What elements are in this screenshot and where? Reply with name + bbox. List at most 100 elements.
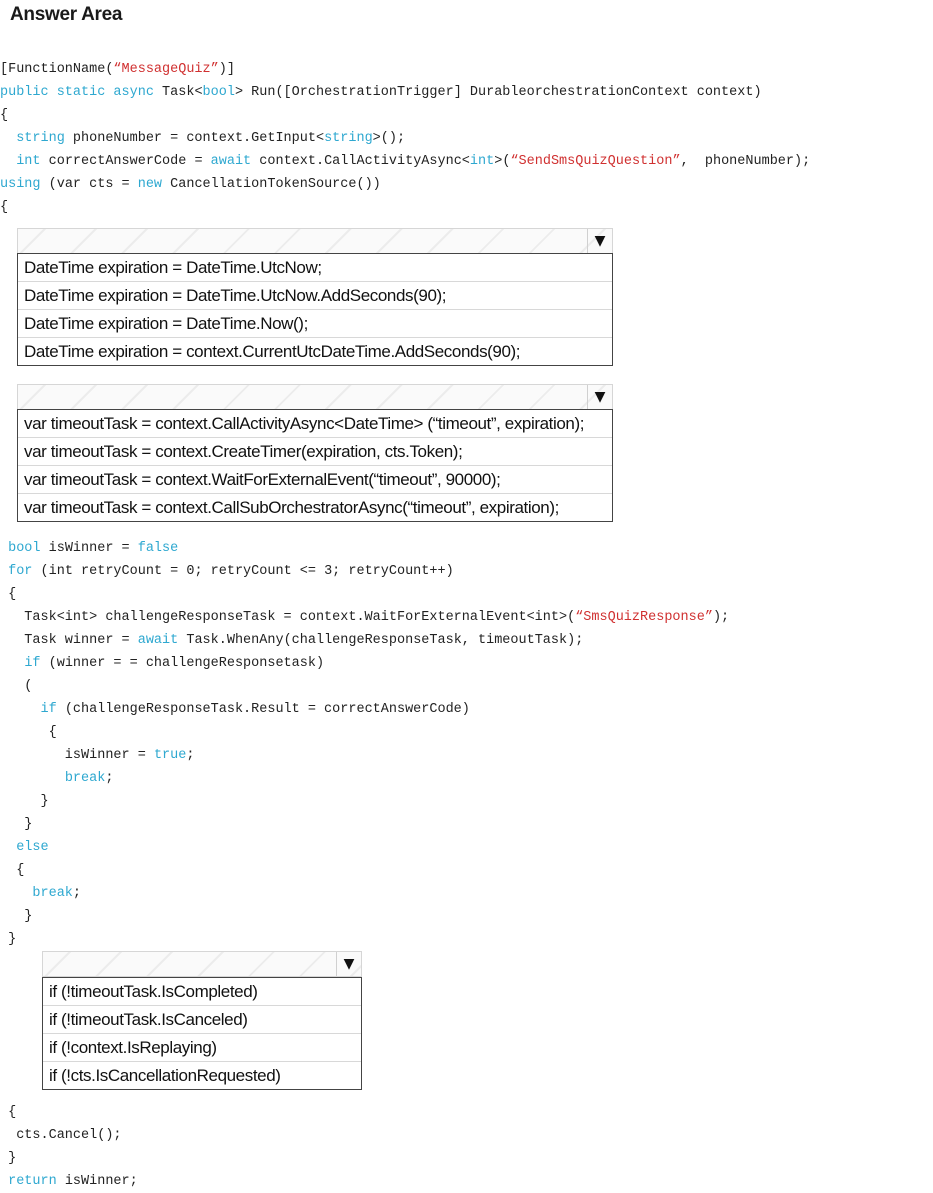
code-block-top: [FunctionName(“MessageQuiz”)] public stat… [0,58,810,219]
code-keyword: break [64,771,106,786]
code-text: ( [0,679,33,694]
code-string: “SendSmsQuizQuestion” [510,154,681,169]
dropdown-option[interactable]: var timeoutTask = context.CallSubOrchest… [18,494,612,521]
code-text: (var cts = [40,177,138,192]
code-text: (int retryCount = 0; retryCount <= 3; re… [32,564,454,579]
code-text: cts.Cancel(); [0,1128,122,1143]
code-text: )] [218,62,235,77]
code-line: [FunctionName(“MessageQuiz”)] [0,58,810,81]
code-line: ( [0,675,729,698]
dropdown-option[interactable]: DateTime expiration = DateTime.UtcNow; [18,254,612,282]
dropdown-option[interactable]: if (!context.IsReplaying) [43,1034,361,1062]
dropdown-option[interactable]: DateTime expiration = DateTime.Now(); [18,310,612,338]
dropdown-option[interactable]: if (!timeoutTask.IsCanceled) [43,1006,361,1034]
code-keyword: string [16,131,65,146]
dropdown-option[interactable]: DateTime expiration = context.CurrentUtc… [18,338,612,365]
code-keyword: break [32,886,73,901]
dropdown-timeout-task-options: var timeoutTask = context.CallActivityAs… [17,409,613,522]
code-keyword: bool [8,541,41,556]
code-text: Task< [153,85,203,100]
code-line: } [0,1147,138,1170]
dropdown-option[interactable]: if (!timeoutTask.IsCompleted) [43,978,361,1006]
code-text: isWinner = [40,541,138,556]
code-line: { [0,104,810,127]
code-line: cts.Cancel(); [0,1124,138,1147]
code-line: { [0,721,729,744]
code-keyword: bool [202,85,235,100]
code-line: break; [0,882,729,905]
code-line: int correctAnswerCode = await context.Ca… [0,150,810,173]
code-text: } [0,817,33,832]
chevron-down-icon[interactable]: ▼ [587,229,612,253]
code-line: if (winner = = challengeResponsetask) [0,652,729,675]
code-keyword: else [16,840,49,855]
code-line: { [0,196,810,219]
code-string: “SmsQuizResponse” [575,610,713,625]
dropdown-option[interactable]: var timeoutTask = context.CreateTimer(ex… [18,438,612,466]
dropdown-option[interactable]: var timeoutTask = context.WaitForExterna… [18,466,612,494]
dropdown-expiration-options: DateTime expiration = DateTime.UtcNow; Da… [17,253,613,366]
code-text: Task winner = [0,633,138,648]
code-text: , phoneNumber); [680,154,811,169]
code-text: context.CallActivityAsync< [251,154,470,169]
code-keyword: true [153,748,187,763]
code-keyword: int [16,154,41,169]
code-keyword: using [0,177,41,192]
code-line: if (challengeResponseTask.Result = corre… [0,698,729,721]
code-line: for (int retryCount = 0; retryCount <= 3… [0,560,729,583]
chevron-down-icon[interactable]: ▼ [336,952,361,976]
code-text: phoneNumber = context.GetInput< [64,131,325,146]
code-line: Task winner = await Task.WhenAny(challen… [0,629,729,652]
code-text: Task<int> challengeResponseTask = contex… [0,610,576,625]
code-line: } [0,928,729,951]
code-text: ; [72,886,82,901]
dropdown-option[interactable]: var timeoutTask = context.CallActivityAs… [18,410,612,438]
code-text: [FunctionName( [0,62,114,77]
code-line: string phoneNumber = context.GetInput<st… [0,127,810,150]
code-line: { [0,859,729,882]
code-text: } [0,909,33,924]
code-text: { [0,863,25,878]
code-line: { [0,583,729,606]
code-text: CancellationTokenSource()) [162,177,381,192]
code-text: ; [186,748,195,763]
code-line: { [0,1101,138,1124]
code-text: isWinner = [0,748,154,763]
code-line: return isWinner; [0,1170,138,1193]
code-text: ; [105,771,114,786]
dropdown-option[interactable]: if (!cts.IsCancellationRequested) [43,1062,361,1089]
code-line: using (var cts = new CancellationTokenSo… [0,173,810,196]
code-line: isWinner = true; [0,744,729,767]
code-text: } [0,794,49,809]
code-line: } [0,813,729,836]
code-keyword: int [469,154,495,169]
dropdown-option[interactable]: DateTime expiration = DateTime.UtcNow.Ad… [18,282,612,310]
code-line: break; [0,767,729,790]
code-line: bool isWinner = false [0,537,729,560]
chevron-down-icon[interactable]: ▼ [587,385,612,409]
code-keyword: false [137,541,179,556]
code-text: } [0,1151,17,1166]
code-text: { [0,587,17,602]
code-keyword: if [24,656,41,671]
dropdown-timeout-task-header[interactable]: ▼ [17,384,613,410]
code-text: >( [494,154,511,169]
code-block-bottom: { cts.Cancel(); } return isWinner; [0,1101,138,1193]
dropdown-expiration-header[interactable]: ▼ [17,228,613,254]
code-text: Task.WhenAny(challengeResponseTask, time… [178,633,584,648]
code-line: Task<int> challengeResponseTask = contex… [0,606,729,629]
code-keyword: await [210,154,252,169]
dropdown-cancel-condition-header[interactable]: ▼ [42,951,362,977]
answer-area-title: Answer Area [10,4,123,25]
code-text: { [0,108,9,123]
code-line: } [0,790,729,813]
code-string: “MessageQuiz” [113,62,219,77]
code-text: (winner = = challengeResponsetask) [40,656,325,671]
code-text: correctAnswerCode = [40,154,211,169]
